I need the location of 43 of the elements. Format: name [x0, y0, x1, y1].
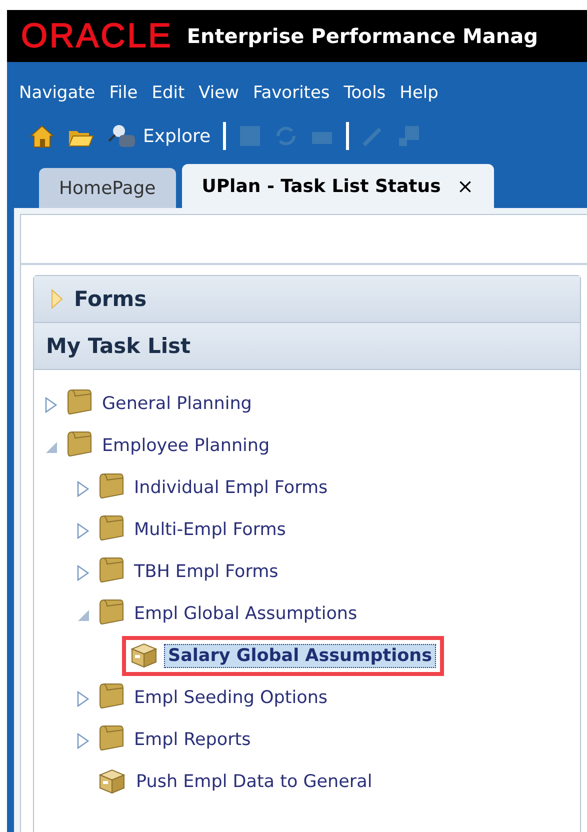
- tree-item[interactable]: Empl Reports: [130, 728, 255, 752]
- folder-icon: [98, 598, 124, 626]
- tree-item[interactable]: Individual Empl Forms: [130, 476, 332, 500]
- folder-icon: [66, 388, 92, 416]
- toolbar-button[interactable]: [29, 123, 55, 149]
- close-icon[interactable]: ×: [456, 174, 474, 198]
- tree-item[interactable]: Multi-Empl Forms: [130, 518, 290, 542]
- menu-item[interactable]: File: [109, 78, 138, 108]
- toolbar-button[interactable]: Explore: [107, 123, 211, 149]
- tab[interactable]: HomePage: [39, 168, 176, 208]
- folder-icon: [98, 514, 124, 542]
- box-icon: [98, 768, 126, 794]
- menu-item[interactable]: Edit: [152, 78, 185, 108]
- save-icon: [238, 124, 262, 148]
- menu-item[interactable]: Tools: [344, 78, 386, 108]
- panel-header[interactable]: My Task List: [34, 323, 580, 370]
- explore-icon: [107, 123, 137, 149]
- home-icon: [29, 123, 55, 149]
- tree-item[interactable]: Salary Global Assumptions: [164, 644, 436, 668]
- menu-item[interactable]: Favorites: [252, 78, 330, 108]
- tab[interactable]: UPlan - Task List Status ×: [182, 164, 494, 208]
- panel-title: Forms: [74, 287, 147, 311]
- tree-item[interactable]: Push Empl Data to General: [132, 770, 376, 794]
- folder-icon: [98, 724, 124, 752]
- menu-item[interactable]: Help: [400, 78, 438, 108]
- expand-icon: [50, 288, 64, 310]
- grid-icon: [396, 124, 421, 148]
- menu-item[interactable]: View: [198, 78, 239, 108]
- refresh-icon: [274, 124, 298, 148]
- menu-item[interactable]: Navigate: [19, 78, 96, 108]
- folder-icon: [98, 472, 124, 500]
- tree-item[interactable]: Empl Global Assumptions: [130, 602, 362, 626]
- tree-item[interactable]: Empl Seeding Options: [130, 686, 332, 710]
- panel-header[interactable]: Forms: [34, 276, 580, 323]
- folder-icon: [98, 682, 124, 710]
- tree-item[interactable]: General Planning: [98, 392, 256, 416]
- box-icon: [130, 642, 158, 668]
- folder-icon: [98, 556, 124, 584]
- logo: ORACLE: [21, 19, 173, 53]
- tree-item[interactable]: Employee Planning: [98, 434, 274, 458]
- app-title: Enterprise Performance Manag: [186, 24, 538, 48]
- tree-item[interactable]: TBH Empl Forms: [130, 560, 282, 584]
- folder-icon: [66, 430, 92, 458]
